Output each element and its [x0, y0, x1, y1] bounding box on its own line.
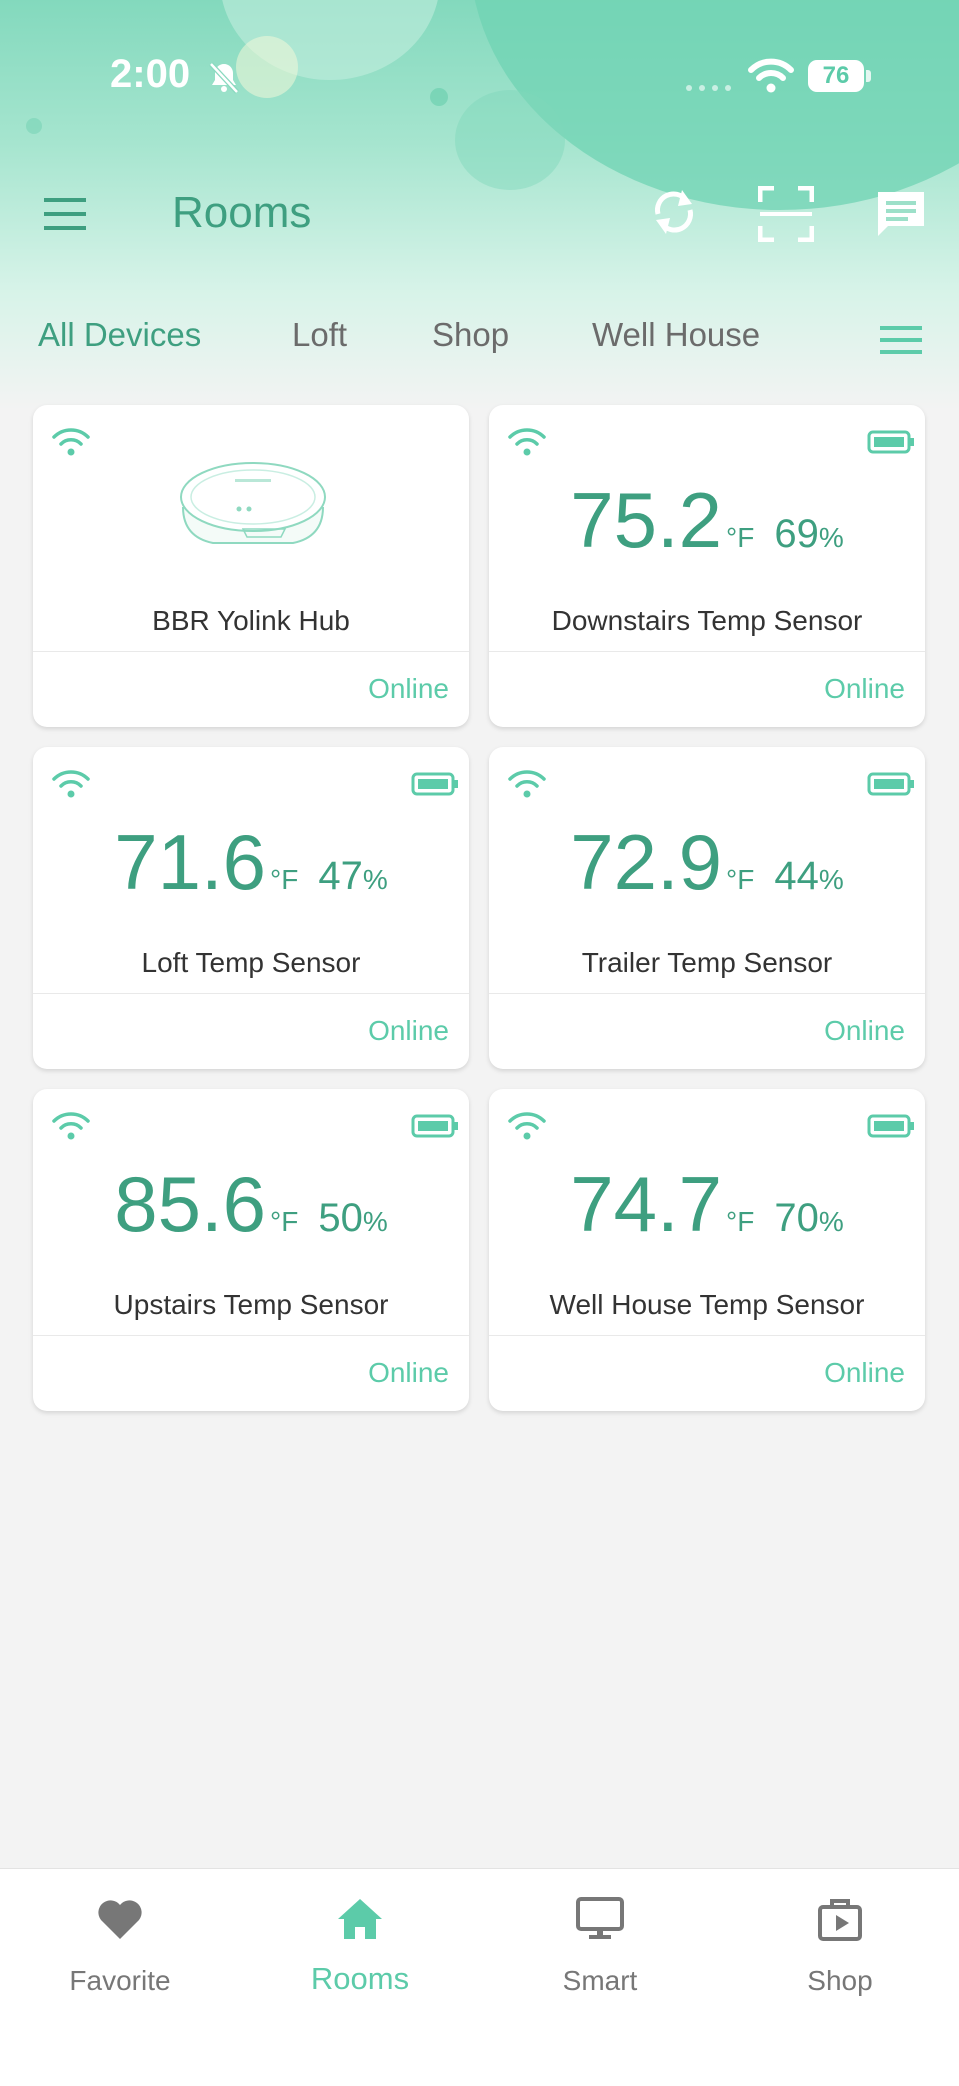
divider — [489, 651, 925, 652]
page-title: Rooms — [172, 188, 312, 237]
humidity-value: 50 — [318, 1196, 363, 1240]
sensor-readout: 71.6 °F 47% — [33, 817, 469, 907]
device-card-sensor[interactable]: 74.7 °F 70% Well House Temp Sensor Online — [489, 1089, 925, 1411]
hub-device-image — [180, 462, 326, 544]
tab-shop[interactable]: Shop — [432, 316, 509, 354]
device-status: Online — [368, 1015, 449, 1046]
temperature-value: 72.9 — [570, 818, 723, 906]
message-icon[interactable] — [874, 188, 928, 240]
wifi-signal-icon — [52, 428, 90, 456]
device-status: Online — [368, 1357, 449, 1388]
humidity-value: 70 — [774, 1196, 819, 1240]
nav-label: Shop — [807, 1965, 873, 1996]
humidity-value: 44 — [774, 854, 819, 898]
battery-full-icon — [411, 1114, 458, 1138]
bell-muted-icon — [209, 62, 239, 94]
humidity-unit: % — [818, 864, 844, 895]
device-card-sensor[interactable]: 71.6 °F 47% Loft Temp Sensor Online — [33, 747, 469, 1069]
status-time: 2:00 — [110, 52, 191, 96]
nav-favorite[interactable]: Favorite — [0, 1869, 240, 2009]
refresh-icon[interactable] — [648, 184, 700, 240]
device-status: Online — [368, 673, 449, 704]
battery-indicator: 76 — [808, 60, 864, 92]
sensor-readout: 74.7 °F 70% — [489, 1159, 925, 1249]
wifi-signal-icon — [508, 770, 546, 798]
battery-tip — [866, 70, 871, 82]
nav-label: Rooms — [310, 1961, 410, 1996]
sensor-readout: 75.2 °F 69% — [489, 475, 925, 565]
humidity-unit: % — [362, 864, 388, 895]
wifi-icon — [748, 58, 794, 93]
room-tabs: All Devices Loft Shop Well House — [0, 308, 959, 368]
temperature-unit: °F — [726, 1206, 755, 1237]
device-card-sensor[interactable]: 75.2 °F 69% Downstairs Temp Sensor Online — [489, 405, 925, 727]
wifi-signal-icon — [52, 1112, 90, 1140]
divider — [489, 1335, 925, 1336]
sensor-readout: 85.6 °F 50% — [33, 1159, 469, 1249]
temperature-value: 85.6 — [114, 1160, 267, 1248]
device-name: Trailer Temp Sensor — [581, 947, 833, 978]
home-icon — [338, 1899, 382, 1939]
device-card-hub[interactable]: BBR Yolink Hub Online — [33, 405, 469, 727]
temperature-value: 71.6 — [114, 818, 267, 906]
device-name: Downstairs Temp Sensor — [551, 605, 863, 636]
battery-full-icon — [867, 430, 914, 454]
device-name: Upstairs Temp Sensor — [113, 1289, 389, 1320]
menu-icon[interactable] — [40, 194, 92, 234]
battery-full-icon — [411, 772, 458, 796]
app-bar: Rooms — [0, 170, 959, 260]
signal-dots-icon — [686, 85, 731, 91]
wifi-signal-icon — [52, 770, 90, 798]
humidity-value: 47 — [318, 854, 363, 898]
nav-rooms[interactable]: Rooms — [240, 1869, 480, 2009]
device-card-sensor[interactable]: 85.6 °F 50% Upstairs Temp Sensor Online — [33, 1089, 469, 1411]
divider — [33, 1335, 469, 1336]
device-name: Well House Temp Sensor — [549, 1289, 865, 1320]
tab-loft[interactable]: Loft — [292, 316, 347, 354]
tab-all-devices[interactable]: All Devices — [38, 316, 201, 354]
divider — [33, 993, 469, 994]
device-name: BBR Yolink Hub — [152, 605, 350, 636]
humidity-unit: % — [362, 1206, 388, 1237]
device-status: Online — [824, 673, 905, 704]
battery-full-icon — [867, 1114, 914, 1138]
temperature-value: 75.2 — [570, 476, 723, 564]
humidity-unit: % — [818, 1206, 844, 1237]
temperature-unit: °F — [726, 864, 755, 895]
humidity-unit: % — [818, 522, 844, 553]
divider — [489, 993, 925, 994]
temperature-unit: °F — [270, 1206, 299, 1237]
temperature-unit: °F — [726, 522, 755, 553]
tab-well-house[interactable]: Well House — [592, 316, 760, 354]
device-name: Loft Temp Sensor — [141, 947, 361, 978]
nav-label: Smart — [562, 1965, 638, 1996]
device-status: Online — [824, 1357, 905, 1388]
scan-icon[interactable] — [758, 186, 814, 242]
battery-full-icon — [867, 772, 914, 796]
device-status: Online — [824, 1015, 905, 1046]
nav-label: Favorite — [69, 1965, 171, 1996]
rooms-menu-icon[interactable] — [878, 322, 924, 358]
wifi-signal-icon — [508, 1112, 546, 1140]
divider — [33, 651, 469, 652]
wifi-signal-icon — [508, 428, 546, 456]
monitor-icon — [576, 1897, 624, 1939]
humidity-value: 69 — [774, 512, 819, 556]
sensor-readout: 72.9 °F 44% — [489, 817, 925, 907]
nav-shop[interactable]: Shop — [720, 1869, 959, 2009]
heart-icon — [98, 1900, 142, 1939]
device-card-sensor[interactable]: 72.9 °F 44% Trailer Temp Sensor Online — [489, 747, 925, 1069]
bottom-nav: Favorite Rooms Smart Shop — [0, 1868, 959, 2086]
nav-smart[interactable]: Smart — [480, 1869, 720, 2009]
shopping-bag-icon — [818, 1899, 862, 1941]
temperature-value: 74.7 — [570, 1160, 723, 1248]
status-bar: 2:00 76 — [0, 0, 959, 150]
temperature-unit: °F — [270, 864, 299, 895]
